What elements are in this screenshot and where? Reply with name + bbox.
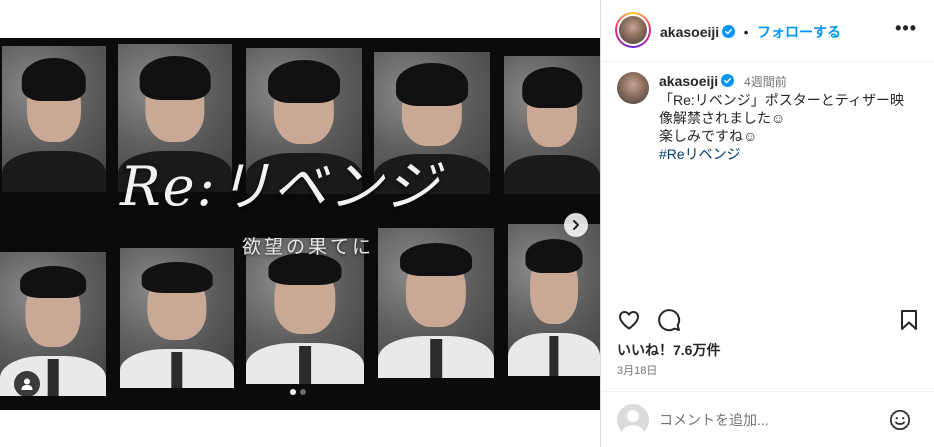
caption-time[interactable]: 4週間前 (744, 75, 787, 89)
tagged-users-button[interactable] (14, 371, 40, 397)
author-username[interactable]: akasoeiji (660, 24, 719, 40)
caption-author-avatar[interactable] (617, 72, 649, 104)
author-avatar[interactable] (615, 12, 651, 48)
carousel-dot-active (290, 389, 296, 395)
caption-username[interactable]: akasoeiji (659, 73, 718, 89)
post-caption: akasoeiji 4週間前 「Re:リベンジ」ポスターとティザー映像解禁されま… (659, 72, 909, 163)
more-options-icon[interactable]: ••• (895, 18, 917, 39)
post-media: Re:リベンジ 欲望の果てに (0, 0, 600, 447)
follow-button[interactable]: フォローする (757, 24, 841, 40)
post-sidebar: akasoeiji • フォローする ••• akasoeiji 4週間前 「R… (600, 0, 934, 447)
poster-portrait (2, 46, 106, 192)
verified-badge-icon (721, 74, 735, 87)
comment-composer (601, 391, 934, 447)
current-user-avatar (617, 404, 649, 436)
poster-subtitle: 欲望の果てに (242, 236, 375, 258)
heart-icon[interactable] (617, 308, 641, 332)
poster-portrait (120, 248, 234, 388)
caption-hashtag[interactable]: #Reリベンジ (659, 145, 909, 163)
verified-badge-icon (722, 25, 736, 38)
post-header: akasoeiji • フォローする ••• (601, 0, 934, 62)
poster-portrait (246, 238, 364, 384)
chevron-right-icon (573, 220, 579, 230)
user-tag-icon (21, 378, 33, 390)
comment-input[interactable] (659, 408, 879, 432)
post-actions (617, 308, 921, 332)
carousel-next-button[interactable] (564, 213, 588, 237)
caption-text-line2: 楽しみですね☺ (659, 128, 758, 144)
poster-portrait (508, 224, 600, 376)
header-separator: • (743, 24, 749, 40)
like-count[interactable]: いいね！7.6万件 (617, 340, 720, 360)
post-date[interactable]: 3月18日 (617, 362, 657, 378)
poster-portrait (504, 56, 600, 194)
bookmark-icon[interactable] (897, 308, 921, 332)
carousel-indicator (290, 389, 306, 395)
drama-poster-image[interactable] (0, 38, 600, 410)
emoji-icon[interactable] (889, 409, 911, 431)
poster-portrait (0, 252, 106, 396)
poster-title: Re:リベンジ (120, 155, 441, 218)
comment-bubble-icon[interactable] (657, 308, 681, 332)
carousel-dot (300, 389, 306, 395)
caption-text-line1: 「Re:リベンジ」ポスターとティザー映像解禁されました☺ (659, 92, 904, 126)
poster-portrait (378, 228, 494, 378)
